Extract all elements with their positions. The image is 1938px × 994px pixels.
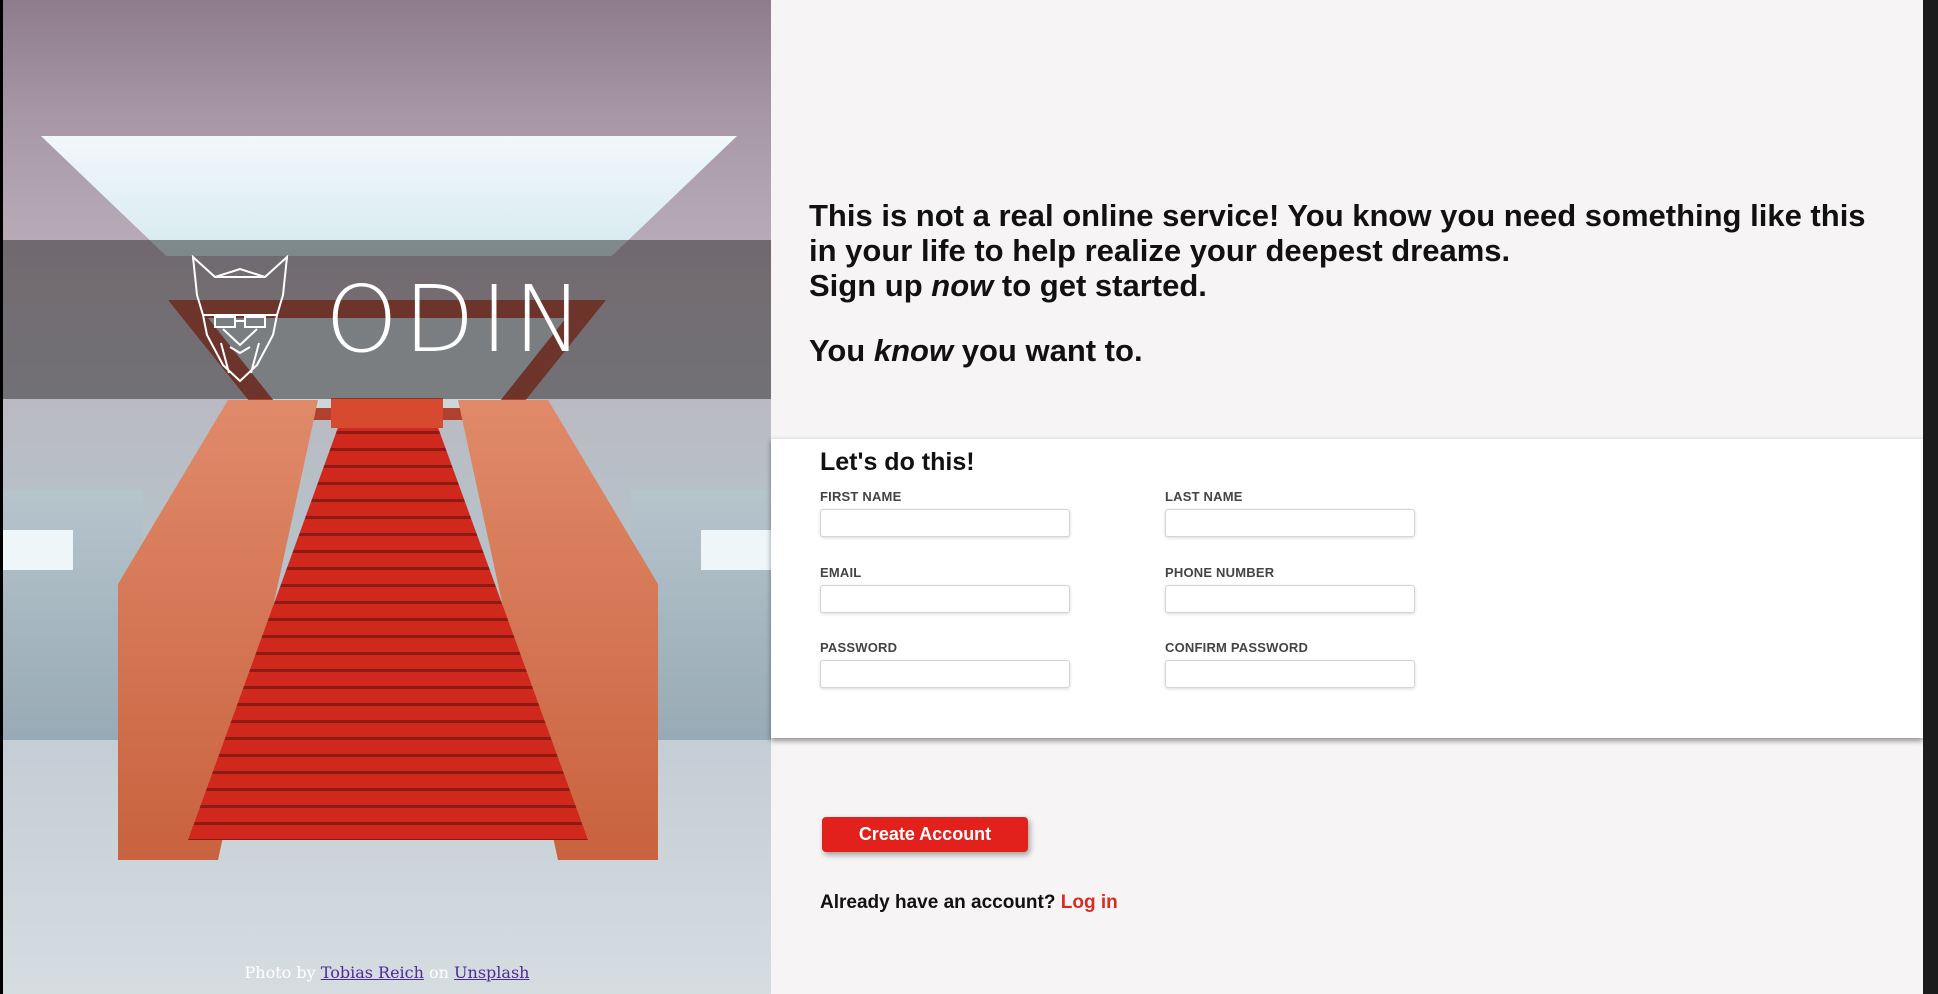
window-left [3, 530, 73, 570]
intro-line-1: This is not a real online service! You k… [809, 198, 1866, 268]
password-group: PASSWORD [820, 640, 1080, 688]
phone-label: PHONE NUMBER [1165, 565, 1275, 580]
intro-line-2-pre: Sign up [809, 268, 923, 303]
window-edge [1923, 0, 1938, 994]
window-right [701, 530, 771, 570]
signup-form: Let's do this! FIRST NAME LAST NAME EMAI… [771, 438, 1923, 738]
email-label: EMAIL [820, 565, 862, 580]
credit-author-link[interactable]: Tobias Reich [321, 963, 424, 982]
phone-group: PHONE NUMBER [1165, 565, 1425, 613]
credit-source-link[interactable]: Unsplash [454, 963, 529, 982]
brand-banner: ODIN [3, 240, 771, 399]
email-group: EMAIL [820, 565, 1080, 613]
brand-wordmark: ODIN [325, 265, 589, 373]
confirm-password-label: CONFIRM PASSWORD [1165, 640, 1309, 655]
first-name-label: FIRST NAME [820, 489, 902, 504]
hero-image: ODIN Photo by Tobias Reich on Unsplash [3, 0, 771, 994]
last-name-label: LAST NAME [1165, 489, 1243, 504]
form-title: Let's do this! [820, 448, 975, 476]
password-label: PASSWORD [820, 640, 898, 655]
signup-panel: This is not a real online service! You k… [771, 0, 1923, 994]
intro-line-3-post: you want to. [961, 333, 1143, 368]
intro-line-2-em: now [931, 268, 994, 303]
confirm-password-input[interactable] [1165, 660, 1415, 688]
confirm-password-group: CONFIRM PASSWORD [1165, 640, 1425, 688]
intro-line-2-post: to get started. [1001, 268, 1207, 303]
photo-credit: Photo by Tobias Reich on Unsplash [3, 963, 771, 982]
credit-middle: on [429, 963, 449, 982]
intro-line-3: You know you want to. [809, 333, 1869, 368]
phone-input[interactable] [1165, 585, 1415, 613]
email-input[interactable] [820, 585, 1070, 613]
intro-line-3-pre: You [809, 333, 866, 368]
create-account-button[interactable]: Create Account [822, 817, 1028, 852]
last-name-group: LAST NAME [1165, 489, 1425, 537]
intro-line-3-em: know [873, 333, 954, 368]
first-name-group: FIRST NAME [820, 489, 1080, 537]
login-prompt-text: Already have an account? [820, 892, 1056, 913]
viking-helmet-icon [192, 254, 289, 382]
intro-line-2: Sign up now to get started. [809, 268, 1869, 303]
password-input[interactable] [820, 660, 1070, 688]
last-name-input[interactable] [1165, 509, 1415, 537]
credit-prefix: Photo by [244, 963, 316, 982]
intro-text: This is not a real online service! You k… [809, 198, 1869, 368]
login-link[interactable]: Log in [1061, 892, 1118, 913]
stair-landing [331, 398, 443, 428]
first-name-input[interactable] [820, 509, 1070, 537]
skylight [41, 136, 737, 256]
login-prompt: Already have an account? Log in [820, 892, 1118, 914]
